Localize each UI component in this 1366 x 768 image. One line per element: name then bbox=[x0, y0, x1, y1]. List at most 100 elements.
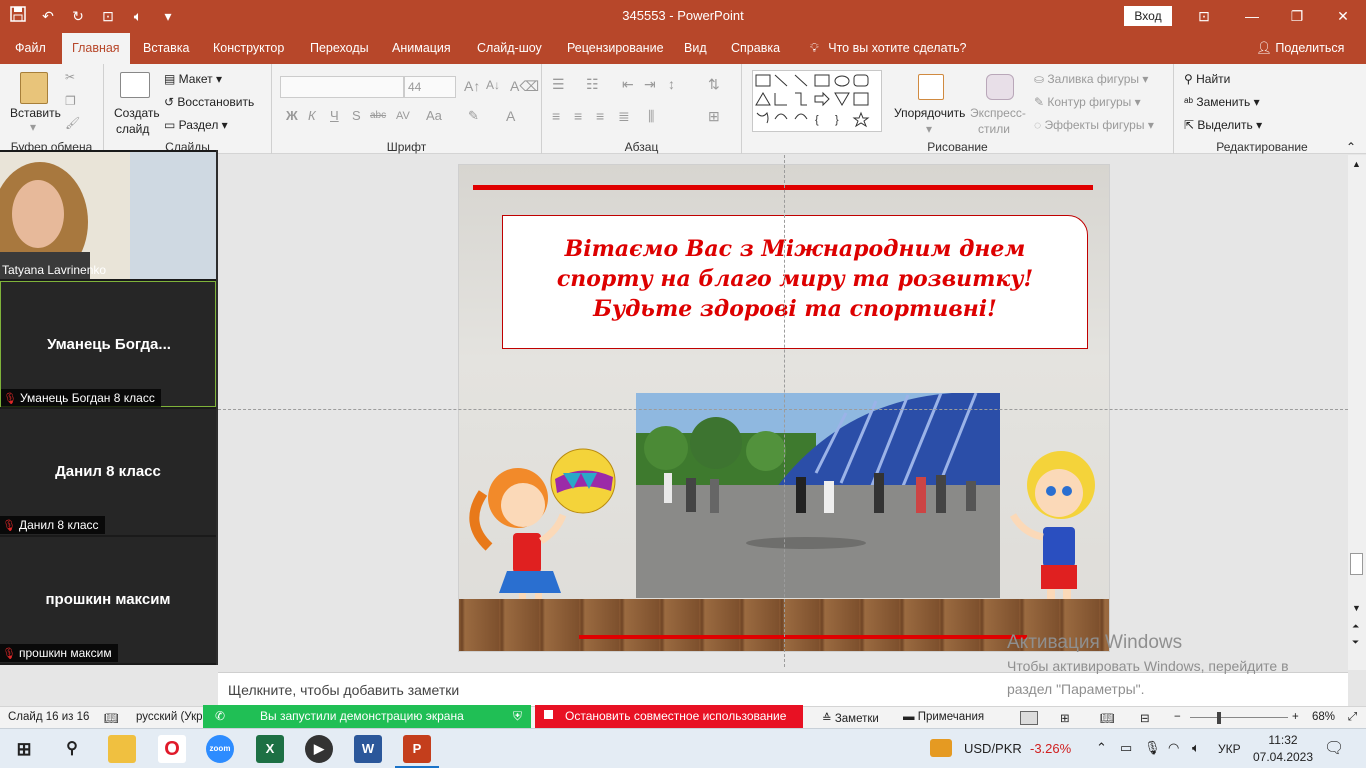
media-player-icon[interactable]: ▶ bbox=[305, 735, 333, 763]
justify-icon[interactable]: ≣ bbox=[618, 108, 630, 125]
columns-icon[interactable]: ⫼ bbox=[648, 108, 654, 125]
layout-button[interactable]: ▤ Макет ▾ bbox=[164, 72, 222, 86]
powerpoint-icon[interactable]: P bbox=[403, 735, 431, 763]
reset-button[interactable]: ↺ Восстановить bbox=[164, 95, 254, 109]
arrange-button[interactable]: Упорядочить bbox=[894, 106, 965, 120]
zoom-app-icon[interactable]: zoom bbox=[206, 735, 234, 763]
start-windows-icon[interactable]: ⊞ bbox=[10, 735, 38, 763]
paste-dropdown-icon[interactable]: ▾ bbox=[30, 120, 36, 134]
tab-slideshow[interactable]: Слайд-шоу bbox=[467, 33, 552, 64]
bullets-icon[interactable]: ☰ bbox=[552, 76, 565, 93]
participant-tile[interactable]: прошкин максим 🎙︎ прошкин максим bbox=[0, 537, 216, 663]
reading-view-icon[interactable]: 📖︎ bbox=[1100, 711, 1115, 725]
shape-effects-button[interactable]: ◌ Эффекты фигуры ▾ bbox=[1034, 118, 1154, 132]
notes-toggle[interactable]: ≙ Заметки bbox=[822, 711, 879, 725]
excel-icon[interactable]: X bbox=[256, 735, 284, 763]
quick-styles-label-1[interactable]: Экспресс- bbox=[970, 106, 1026, 120]
sign-in-button[interactable]: Вход bbox=[1124, 6, 1172, 26]
bold-button[interactable]: Ж bbox=[286, 108, 298, 123]
file-explorer-icon[interactable] bbox=[108, 735, 136, 763]
clear-formatting-icon[interactable]: A⌫ bbox=[510, 78, 539, 95]
increase-indent-icon[interactable]: ⇥ bbox=[644, 76, 656, 93]
tray-chevron-icon[interactable]: ⌃ bbox=[1096, 740, 1107, 756]
shape-fill-button[interactable]: ⛀ Заливка фигуры ▾ bbox=[1034, 72, 1148, 86]
grow-font-icon[interactable]: A↑ bbox=[464, 78, 480, 94]
search-icon[interactable]: ⚲ bbox=[58, 735, 86, 763]
scroll-thumb[interactable] bbox=[1350, 553, 1363, 575]
char-spacing-button[interactable]: AV bbox=[396, 110, 410, 122]
find-button[interactable]: ⚲ Найти bbox=[1184, 72, 1230, 86]
format-painter-icon[interactable]: 🖌︎ bbox=[65, 116, 80, 130]
scroll-up-icon[interactable]: ▲ bbox=[1352, 159, 1361, 169]
slideshow-view-icon[interactable]: ⊟ bbox=[1140, 711, 1150, 725]
align-left-icon[interactable]: ≡ bbox=[552, 108, 560, 124]
shape-outline-button[interactable]: ✎ Контур фигуры ▾ bbox=[1034, 95, 1141, 109]
collapse-ribbon-icon[interactable]: ⌃ bbox=[1346, 140, 1356, 154]
scroll-down-icon[interactable]: ▼ bbox=[1352, 603, 1361, 613]
italic-button[interactable]: К bbox=[308, 108, 316, 123]
zoom-slider-thumb[interactable] bbox=[1217, 712, 1221, 724]
ticker-symbol[interactable]: USD/PKR bbox=[964, 741, 1022, 756]
minimize-button[interactable]: — bbox=[1240, 4, 1264, 28]
tab-view[interactable]: Вид bbox=[674, 33, 717, 64]
clock-time[interactable]: 11:32 bbox=[1252, 733, 1314, 747]
share-button[interactable]: 👤︎ Поделиться bbox=[1256, 33, 1344, 64]
word-icon[interactable]: W bbox=[354, 735, 382, 763]
participant-tile[interactable]: Данил 8 класс 🎙︎ Данил 8 класс bbox=[0, 409, 216, 535]
sports-photo[interactable] bbox=[636, 393, 1000, 598]
zoom-out-icon[interactable]: − bbox=[1174, 711, 1181, 723]
notes-placeholder[interactable]: Щелкните, чтобы добавить заметки bbox=[228, 682, 459, 698]
restore-button[interactable]: ❐ bbox=[1285, 4, 1309, 28]
smartart-icon[interactable]: ⊞ bbox=[708, 108, 720, 125]
strikethrough-button[interactable]: abc bbox=[370, 110, 386, 121]
new-slide-icon[interactable] bbox=[120, 72, 150, 98]
tab-design[interactable]: Конструктор bbox=[203, 33, 294, 64]
copy-icon[interactable]: ❐ bbox=[65, 94, 76, 108]
align-right-icon[interactable]: ≡ bbox=[596, 108, 604, 124]
new-slide-label-2[interactable]: слайд bbox=[116, 122, 149, 136]
wifi-icon[interactable]: ◠ bbox=[1168, 740, 1179, 756]
tab-animations[interactable]: Анимация bbox=[382, 33, 461, 64]
quick-styles-icon[interactable] bbox=[986, 74, 1014, 100]
fit-slide-icon[interactable]: ⤢ bbox=[1348, 711, 1357, 724]
previous-slide-icon[interactable]: ⏶ bbox=[1352, 621, 1359, 632]
tab-transitions[interactable]: Переходы bbox=[300, 33, 379, 64]
font-color-button[interactable]: A bbox=[506, 108, 515, 124]
cut-icon[interactable]: ✂ bbox=[65, 70, 75, 84]
microphone-icon[interactable]: 🎙︎ bbox=[1144, 740, 1161, 756]
participant-video-tile[interactable]: Tatyana Lavrinenko bbox=[0, 152, 216, 282]
participant-tile[interactable]: Уманець Богда... 🎙︎ Уманець Богдан 8 клас… bbox=[0, 281, 216, 407]
replace-button[interactable]: ᵃᵇ Заменить ▾ bbox=[1184, 95, 1260, 109]
comments-toggle[interactable]: ▬ Примечания bbox=[903, 711, 984, 723]
numbering-icon[interactable]: ☷ bbox=[586, 76, 599, 93]
text-direction-icon[interactable]: ⇅ bbox=[708, 76, 720, 93]
opera-icon[interactable]: O bbox=[158, 735, 186, 763]
paste-icon[interactable] bbox=[20, 72, 48, 104]
shapes-gallery[interactable]: {} bbox=[752, 70, 882, 132]
decrease-indent-icon[interactable]: ⇤ bbox=[622, 76, 634, 93]
vertical-scrollbar[interactable]: ▲ ▼ ⏶ ⏷ bbox=[1348, 155, 1366, 670]
zoom-in-icon[interactable]: + bbox=[1292, 711, 1299, 723]
paste-button[interactable]: Вставить bbox=[10, 106, 61, 120]
slide-sorter-icon[interactable]: ⊞ bbox=[1060, 711, 1070, 725]
keyboard-layout[interactable]: УКР bbox=[1218, 742, 1241, 756]
arrange-dropdown-icon[interactable]: ▾ bbox=[926, 122, 932, 136]
tab-file[interactable]: Файл bbox=[5, 33, 56, 64]
align-center-icon[interactable]: ≡ bbox=[574, 108, 582, 124]
quick-styles-label-2[interactable]: стили bbox=[978, 122, 1010, 136]
tab-help[interactable]: Справка bbox=[721, 33, 790, 64]
ribbon-display-options-icon[interactable]: ⊡ bbox=[1192, 4, 1216, 28]
new-slide-label-1[interactable]: Создать bbox=[114, 106, 160, 120]
tell-me-search[interactable]: 💡︎ Что вы хотите сделать? bbox=[800, 33, 976, 64]
clock-date[interactable]: 07.04.2023 bbox=[1252, 750, 1314, 764]
spellcheck-icon[interactable]: 📖︎ bbox=[104, 711, 119, 725]
shrink-font-icon[interactable]: A↓ bbox=[486, 78, 500, 92]
close-button[interactable]: ✕ bbox=[1331, 4, 1355, 28]
line-spacing-icon[interactable]: ↕ bbox=[668, 76, 675, 92]
volume-icon[interactable]: 🔈︎ bbox=[1192, 740, 1200, 756]
shadow-button[interactable]: S bbox=[352, 108, 361, 123]
stop-sharing-button[interactable]: Остановить совместное использование bbox=[535, 705, 803, 728]
highlight-icon[interactable]: ✎ bbox=[468, 108, 479, 124]
font-family-select[interactable] bbox=[280, 76, 404, 98]
change-case-button[interactable]: Aa bbox=[426, 108, 442, 123]
